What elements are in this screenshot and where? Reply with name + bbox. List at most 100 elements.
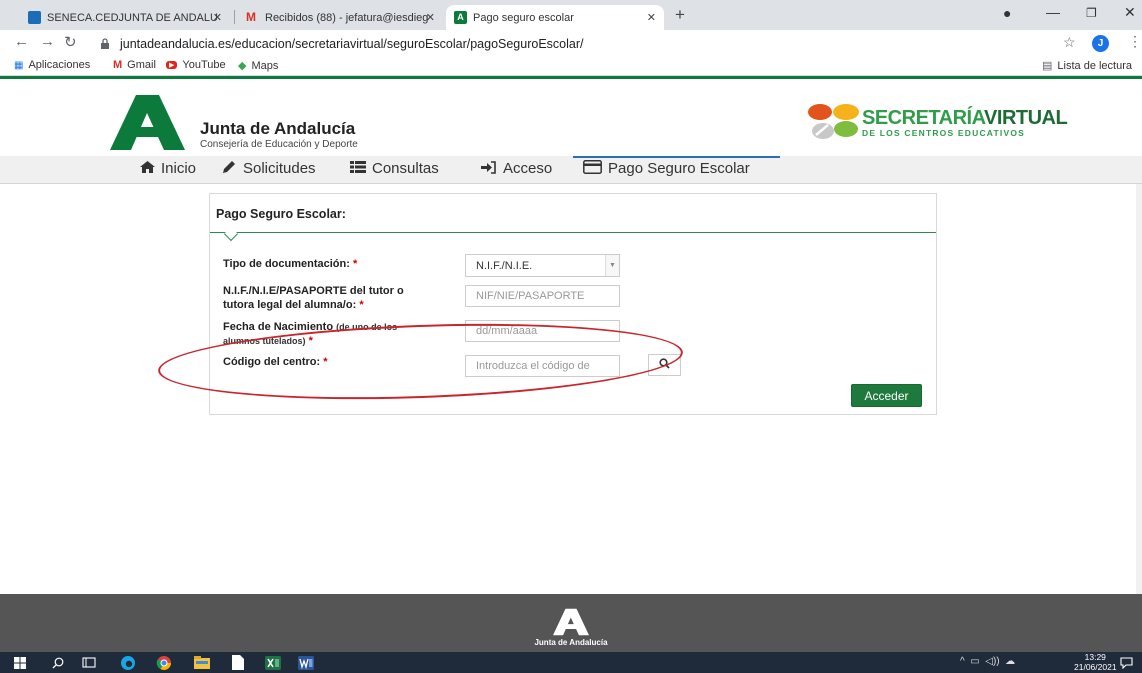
required-mark: *: [308, 335, 313, 347]
edge-icon[interactable]: [120, 655, 136, 670]
nav-consultas[interactable]: Consultas: [350, 160, 439, 177]
search-center-button[interactable]: [648, 354, 681, 376]
reading-list-icon: ▤: [1042, 60, 1053, 72]
panel-divider: [210, 232, 936, 233]
acceder-button[interactable]: Acceder: [851, 384, 922, 407]
select-value: N.I.F./N.I.E.: [476, 260, 533, 272]
back-icon[interactable]: ←: [14, 33, 29, 50]
main-nav: Inicio Solicitudes Consultas Acceso Pago…: [0, 156, 1142, 184]
center-code-input[interactable]: [465, 355, 620, 377]
bookmark-maps[interactable]: ◆ Maps: [238, 59, 278, 73]
sv-title-part-a: SECRETARÍA: [862, 107, 985, 129]
nav-solicitudes[interactable]: Solicitudes: [222, 160, 316, 177]
file-explorer-icon[interactable]: [194, 655, 210, 670]
id-input[interactable]: [465, 285, 620, 307]
profile-avatar[interactable]: J: [1092, 35, 1109, 52]
menu-icon[interactable]: ⋮: [1128, 33, 1142, 50]
close-icon[interactable]: ✕: [647, 11, 656, 24]
gmail-icon: M: [246, 10, 256, 24]
label-text: N.I.F./N.I.E/PASAPORTE del tutor o: [223, 285, 404, 297]
home-icon: [140, 161, 155, 176]
label-note: (de uno de los: [336, 322, 398, 332]
label-text: Código del centro:: [223, 356, 321, 368]
tab-title: Recibidos (88) - jefatura@iesdieg: [265, 11, 429, 24]
pencil-icon: [222, 160, 237, 177]
site-footer: Junta de Andalucía: [0, 594, 1142, 652]
nav-pago-seguro-escolar[interactable]: Pago Seguro Escolar: [573, 156, 780, 177]
notifications-icon[interactable]: [1120, 655, 1133, 670]
tab-pago-seguro[interactable]: A Pago seguro escolar ✕: [446, 5, 664, 30]
bookmark-label: Gmail: [127, 59, 156, 71]
nav-inicio[interactable]: Inicio: [140, 160, 196, 177]
bookmark-apps[interactable]: ▦ Aplicaciones: [14, 59, 90, 71]
bookmark-star-icon[interactable]: ☆: [1063, 34, 1076, 51]
youtube-icon: ▶: [166, 61, 178, 69]
restore-icon[interactable]: ❐: [1086, 6, 1097, 20]
list-icon: [350, 161, 366, 176]
forward-icon[interactable]: →: [40, 33, 55, 50]
apps-grid-icon: ▦: [14, 59, 24, 71]
label-note: alumnos tutelados): [223, 336, 306, 346]
nav-label: Inicio: [161, 160, 197, 177]
label-text: Fecha de Nacimiento: [223, 321, 334, 333]
browser-tab-strip: SENECA.CEDJUNTA DE ANDALU ✕ M Recibidos …: [0, 0, 1142, 30]
center-code-label: Código del centro: *: [223, 355, 328, 369]
nav-label: Acceso: [503, 160, 553, 177]
close-window-icon[interactable]: ✕: [1124, 4, 1136, 21]
task-view-icon[interactable]: [82, 655, 96, 670]
nav-label: Pago Seguro Escolar: [608, 160, 750, 177]
reading-list[interactable]: ▤ Lista de lectura: [1042, 59, 1133, 73]
chrome-icon[interactable]: [156, 655, 172, 670]
seneca-icon: [28, 11, 41, 24]
junta-icon: A: [454, 11, 467, 24]
required-mark: *: [359, 299, 364, 311]
media-icon[interactable]: ●: [1003, 5, 1011, 21]
minimize-icon[interactable]: —: [1046, 4, 1060, 20]
search-icon[interactable]: [52, 655, 64, 670]
search-icon: [659, 356, 670, 374]
reading-list-label: Lista de lectura: [1057, 59, 1133, 72]
system-tray[interactable]: ^ ▭ ◁)) ☁: [960, 656, 1015, 667]
bookmark-gmail[interactable]: M Gmail: [113, 59, 156, 71]
word-icon[interactable]: [298, 655, 314, 670]
tab-title: SENECA.CEDJUNTA DE ANDALU: [47, 11, 218, 24]
new-tab-icon[interactable]: +: [675, 5, 685, 25]
excel-icon[interactable]: [265, 655, 281, 670]
scrollbar[interactable]: [1136, 184, 1142, 594]
taskbar-clock[interactable]: 13:29 21/06/2021: [1074, 652, 1117, 672]
sign-in-icon: [481, 160, 497, 177]
document-icon[interactable]: [232, 655, 244, 670]
junta-logo[interactable]: [110, 95, 185, 155]
label-text: Tipo de documentación:: [223, 258, 350, 270]
nav-label: Consultas: [372, 160, 439, 177]
chevron-down-icon: ▼: [605, 255, 619, 276]
secretaria-virtual-logo: [806, 101, 860, 148]
close-icon[interactable]: ✕: [213, 11, 222, 24]
tab-gmail[interactable]: M Recibidos (88) - jefatura@iesdieg ✕: [238, 5, 443, 30]
bookmark-label: Aplicaciones: [28, 59, 91, 71]
required-mark: *: [323, 356, 328, 368]
birth-date-input[interactable]: [465, 320, 620, 342]
footer-label: Junta de Andalucía: [534, 638, 608, 647]
label-text: tutora legal del alumna/o:: [223, 299, 357, 311]
address-bar[interactable]: juntadeandalucia.es/educacion/secretaria…: [100, 33, 1020, 54]
lock-icon: [100, 37, 112, 50]
windows-taskbar: ^ ▭ ◁)) ☁ 13:29 21/06/2021: [0, 652, 1142, 673]
sv-title-part-b: VIRTUAL: [984, 107, 1068, 129]
pago-seguro-form-panel: Pago Seguro Escolar: Tipo de documentaci…: [209, 193, 937, 415]
birth-date-label: Fecha de Nacimiento (de uno de los alumn…: [223, 320, 397, 348]
doc-type-label: Tipo de documentación: *: [223, 257, 357, 271]
nav-label: Solicitudes: [243, 160, 316, 177]
bookmark-youtube[interactable]: ▶ YouTube: [166, 59, 226, 71]
panel-title: Pago Seguro Escolar:: [216, 207, 346, 221]
url-text: juntadeandalucia.es/educacion/secretaria…: [120, 36, 584, 51]
tab-separator: [234, 10, 235, 24]
reload-icon[interactable]: ↻: [64, 33, 77, 51]
doc-type-select[interactable]: N.I.F./N.I.E. ▼: [465, 254, 620, 277]
windows-start-icon[interactable]: [14, 655, 26, 670]
nav-acceso[interactable]: Acceso: [481, 160, 552, 177]
required-mark: *: [352, 258, 358, 270]
tab-seneca[interactable]: SENECA.CEDJUNTA DE ANDALU ✕: [20, 5, 230, 30]
close-icon[interactable]: ✕: [426, 11, 435, 24]
credit-card-icon: [583, 160, 602, 177]
